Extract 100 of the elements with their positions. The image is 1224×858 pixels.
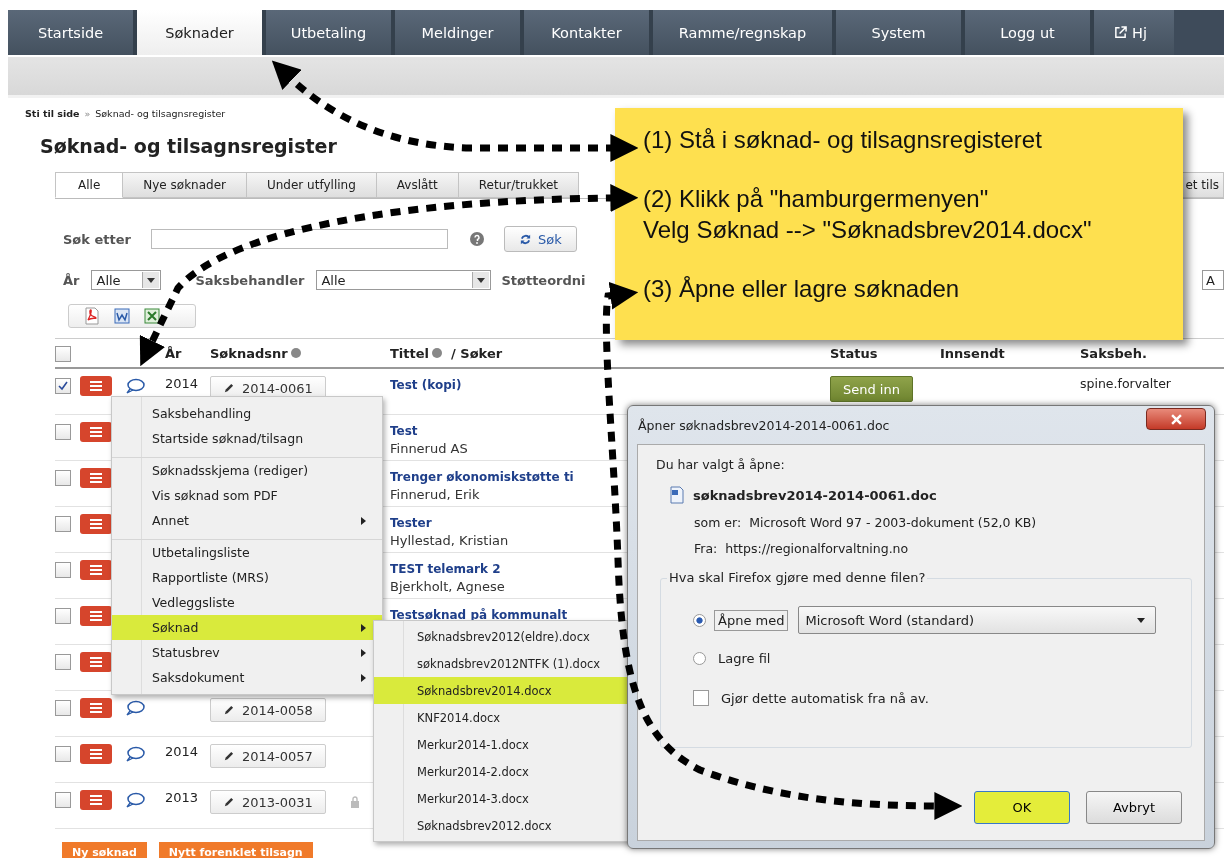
help-icon[interactable] xyxy=(469,232,484,246)
dialog-text: Du har valgt å åpne: xyxy=(656,457,785,472)
word-icon[interactable] xyxy=(113,307,131,325)
hamburger-icon xyxy=(90,703,102,713)
menu-item[interactable]: Søknad xyxy=(112,615,382,640)
scheme-select[interactable]: A xyxy=(1202,270,1224,290)
comment-icon[interactable] xyxy=(125,700,145,716)
row-menu-button[interactable] xyxy=(80,790,112,810)
column-header: / Søker xyxy=(451,345,503,361)
row-menu-button[interactable] xyxy=(80,652,112,672)
dropdown-icon xyxy=(1137,617,1146,623)
dialog-title: Åpner søknadsbrev2014-2014-0061.doc xyxy=(638,417,890,433)
column-header: Status xyxy=(830,345,879,361)
hamburger-icon xyxy=(90,473,102,483)
application-title-link[interactable]: TEST telemark 2 xyxy=(390,560,630,578)
column-header: Saksbeh. xyxy=(1080,345,1148,361)
radio-button[interactable] xyxy=(693,651,706,665)
year-cell: 2014 xyxy=(165,376,199,391)
application-number-button[interactable]: 2013-0031 xyxy=(210,790,326,814)
row-checkbox[interactable] xyxy=(55,700,71,716)
year-select[interactable]: Alle xyxy=(91,270,162,290)
application-title-link[interactable]: Trenger økonomiskstøtte ti xyxy=(390,468,630,486)
menu-item[interactable]: Rapportliste (MRS) xyxy=(112,565,382,590)
application-title-link[interactable]: Tester xyxy=(390,514,630,532)
row-checkbox[interactable] xyxy=(55,654,71,670)
dialog-button[interactable]: Avbryt xyxy=(1086,791,1182,824)
menu-item[interactable]: Søknadsskjema (rediger) xyxy=(112,457,382,483)
nav-tab[interactable]: Meldinger xyxy=(395,10,524,55)
handler-select[interactable]: Alle xyxy=(316,270,492,290)
checkbox-label[interactable]: Gjør dette automatisk fra nå av. xyxy=(717,687,933,709)
row-checkbox[interactable] xyxy=(55,424,71,440)
nav-tab[interactable]: Kontakter xyxy=(524,10,653,55)
nav-tab[interactable]: System xyxy=(836,10,965,55)
checkbox[interactable] xyxy=(693,690,709,706)
nav-tab[interactable]: Søknader xyxy=(137,10,266,55)
application-title-link[interactable]: Test (kopi) xyxy=(390,376,630,394)
breadcrumb-link[interactable]: Sti til side xyxy=(25,107,80,119)
row-menu-button[interactable] xyxy=(80,560,112,580)
dialog-button[interactable]: OK xyxy=(974,791,1070,824)
search-button[interactable]: Søk xyxy=(503,226,577,252)
row-menu-button[interactable] xyxy=(80,698,112,718)
row-checkbox[interactable] xyxy=(55,378,71,394)
nav-tab[interactable]: Utbetaling xyxy=(266,10,395,55)
hamburger-icon xyxy=(90,795,102,805)
filter-tab[interactable]: Retur/trukket xyxy=(458,172,580,198)
hamburger-icon xyxy=(90,611,102,621)
menu-item[interactable]: Vedleggsliste xyxy=(112,590,382,615)
comment-icon[interactable] xyxy=(125,746,145,762)
filter-tab[interactable]: et tils xyxy=(1181,172,1224,198)
comment-icon[interactable] xyxy=(125,378,145,394)
external-link-icon xyxy=(1114,26,1127,39)
menu-item[interactable]: Startside søknad/tilsagn xyxy=(112,426,382,451)
nav-tab[interactable]: Ramme/regnskap xyxy=(653,10,836,55)
help-icon[interactable] xyxy=(290,348,301,358)
instruction-step: (3) Åpne eller lagre søknaden xyxy=(643,273,960,304)
year-cell: 2014 xyxy=(165,744,199,759)
menu-item[interactable]: Vis søknad som PDF xyxy=(112,483,382,508)
close-button[interactable] xyxy=(1146,408,1206,430)
pencil-icon xyxy=(223,382,234,394)
application-select[interactable]: Microsoft Word (standard) xyxy=(798,606,1157,634)
row-checkbox[interactable] xyxy=(55,516,71,532)
radio-button[interactable] xyxy=(693,613,706,627)
row-checkbox[interactable] xyxy=(55,792,71,808)
nav-tab[interactable]: Startside xyxy=(8,10,137,55)
help-icon[interactable] xyxy=(432,348,443,358)
nav-tab[interactable]: Logg ut xyxy=(965,10,1094,55)
select-all-checkbox[interactable] xyxy=(55,346,71,362)
application-title-link[interactable]: Test xyxy=(390,422,630,440)
row-menu-button[interactable] xyxy=(80,514,112,534)
filter-tab[interactable]: Avslått xyxy=(376,172,459,198)
application-number-button[interactable]: 2014-0058 xyxy=(210,698,326,722)
pdf-icon[interactable] xyxy=(83,307,101,325)
nav-tab[interactable]: Hj xyxy=(1094,10,1174,55)
comment-icon[interactable] xyxy=(125,792,145,808)
row-menu-button[interactable] xyxy=(80,744,112,764)
row-checkbox[interactable] xyxy=(55,470,71,486)
menu-item[interactable]: Annet xyxy=(112,508,382,533)
row-checkbox[interactable] xyxy=(55,562,71,578)
menu-item[interactable]: Saksbehandling xyxy=(112,401,382,426)
row-checkbox[interactable] xyxy=(55,608,71,624)
column-header[interactable]: Tittel xyxy=(390,345,430,361)
column-header: År xyxy=(165,345,183,361)
file-name: søknadsbrev2014-2014-0061.doc xyxy=(693,487,937,503)
application-number-button[interactable]: 2014-0057 xyxy=(210,744,326,768)
field-label: Fra: xyxy=(694,542,718,556)
option-label[interactable]: Lagre fil xyxy=(714,647,775,669)
excel-icon[interactable] xyxy=(143,307,161,325)
menu-item[interactable]: Statusbrev xyxy=(112,640,382,665)
option-label[interactable]: Åpne med xyxy=(714,609,789,631)
row-menu-button[interactable] xyxy=(80,468,112,488)
row-menu-button[interactable] xyxy=(80,422,112,442)
row-menu-button[interactable] xyxy=(80,376,112,396)
filter-tab[interactable]: Nye søknader xyxy=(123,172,247,198)
filter-tab[interactable]: Under utfylling xyxy=(247,172,377,198)
row-checkbox[interactable] xyxy=(55,746,71,762)
row-menu-button[interactable] xyxy=(80,606,112,626)
menu-item[interactable]: Utbetalingsliste xyxy=(112,539,382,565)
search-field[interactable] xyxy=(150,229,448,249)
filter-tab[interactable]: Alle xyxy=(55,172,124,198)
column-header[interactable]: Søknadsnr xyxy=(210,345,288,361)
